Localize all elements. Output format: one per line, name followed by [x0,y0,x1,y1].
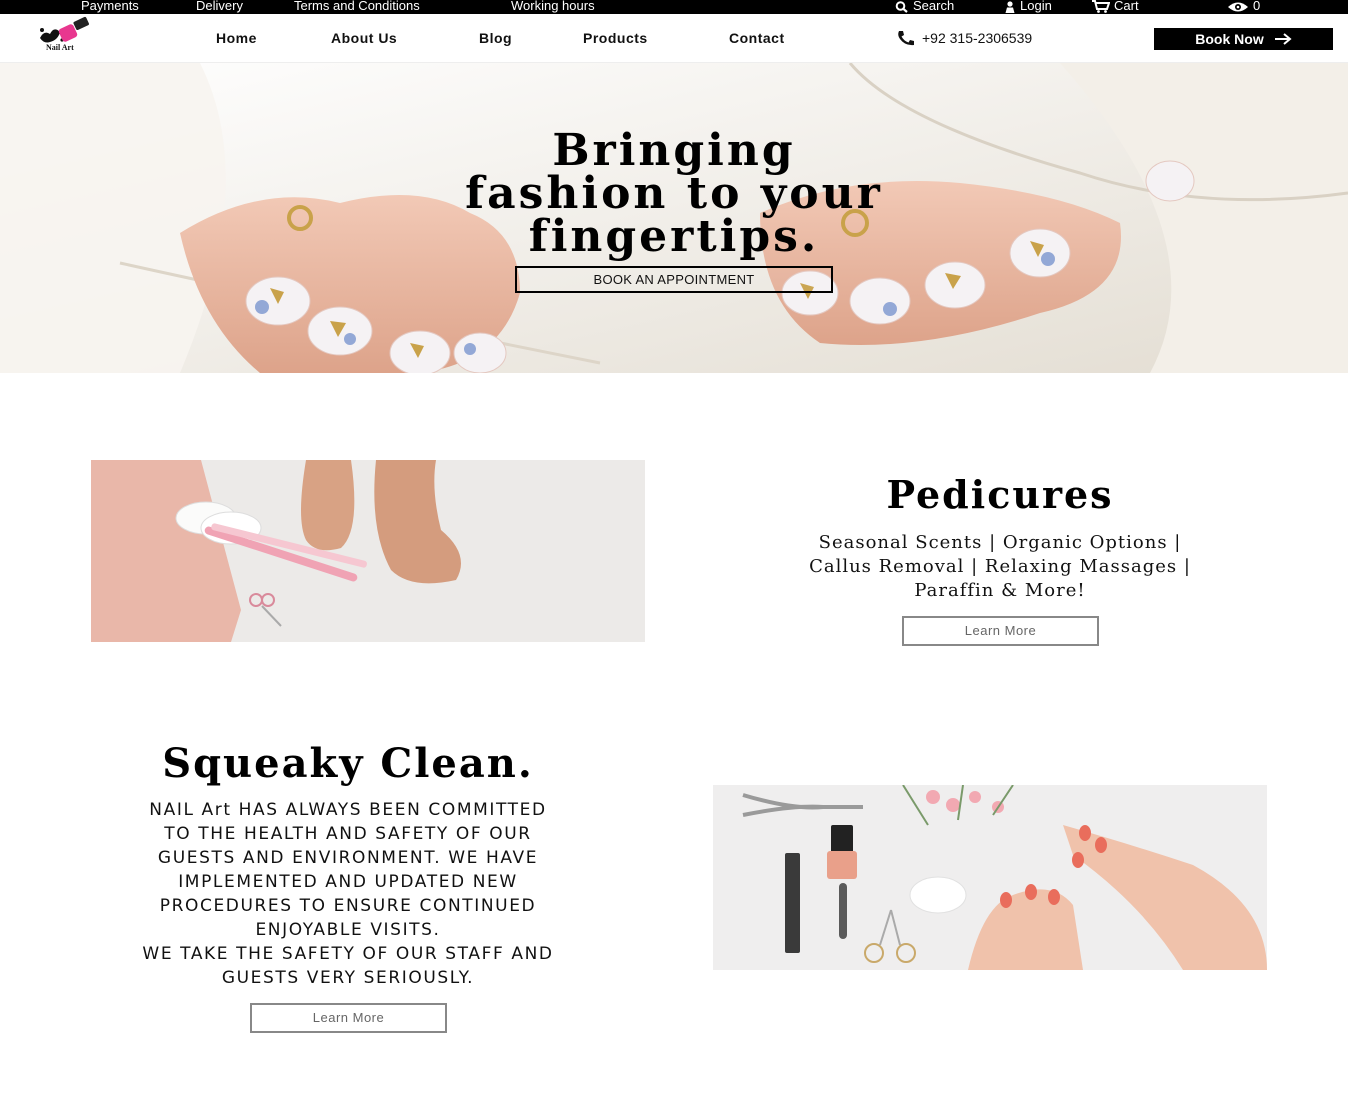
topbar-link-delivery[interactable]: Delivery [196,0,243,14]
clean-learn-more-button[interactable]: Learn More [250,1003,447,1033]
topbar-login[interactable]: Login [1004,0,1052,14]
nav-home[interactable]: Home [216,30,257,46]
topbar-link-payments[interactable]: Payments [81,0,139,14]
squeaky-clean-title: Squeaky Clean. [162,740,534,787]
topbar-link-terms[interactable]: Terms and Conditions [294,0,420,14]
clean-line-1: NAIL Art HAS ALWAYS BEEN COMMITTED [149,800,547,820]
topbar-views: 0 [1227,0,1260,14]
arrow-right-icon [1274,33,1292,45]
nail-polish-logo-icon: Nail Art [40,16,89,52]
user-icon [1005,0,1015,13]
view-count: 0 [1253,0,1261,13]
pedicures-learn-more-button[interactable]: Learn More [902,616,1099,646]
top-bar: Payments Delivery Terms and Conditions W… [0,0,1348,14]
nav-products[interactable]: Products [583,30,648,46]
hero-title-line-3: fingertips. [528,211,820,262]
clean-line-5: PROCEDURES TO ENSURE CONTINUED [159,896,537,916]
logo-text: Nail Art [46,43,74,52]
clean-line-3: GUESTS AND ENVIRONMENT. WE HAVE [157,848,539,868]
hero-banner: Bringing fashion to your fingertips. BOO… [0,63,1348,373]
pedicures-line-2: Callus Removal | Relaxing Massages | [809,556,1191,577]
topbar-search[interactable]: Search [895,0,954,14]
book-now-button[interactable]: Book Now [1154,28,1333,50]
book-now-label: Book Now [1195,31,1264,47]
nav-about-us[interactable]: About Us [331,30,397,46]
topbar-link-working-hours[interactable]: Working hours [511,0,595,14]
site-logo[interactable]: Nail Art [36,16,96,56]
cart-icon [1092,0,1110,13]
book-appointment-button[interactable]: BOOK AN APPOINTMENT [515,266,833,293]
search-icon [895,0,908,13]
topbar-cart[interactable]: Cart [1092,0,1139,14]
nav-contact[interactable]: Contact [729,30,785,46]
clean-line-4: IMPLEMENTED AND UPDATED NEW [178,872,518,892]
phone-link[interactable]: +92 315-2306539 [896,30,1032,46]
clean-line-7: WE TAKE THE SAFETY OF OUR STAFF AND [142,944,554,964]
manicure-tools-image [713,785,1267,970]
squeaky-clean-description: NAIL Art HAS ALWAYS BEEN COMMITTED TO TH… [70,798,626,990]
clean-line-2: TO THE HEALTH AND SAFETY OF OUR [164,824,532,844]
pedicures-line-1: Seasonal Scents | Organic Options | [818,532,1182,553]
pedicures-line-3: Paraffin & More! [914,580,1086,601]
pedicures-title: Pedicures [886,472,1114,517]
login-label: Login [1020,0,1052,13]
phone-icon [898,31,914,46]
clean-line-8: GUESTS VERY SERIOUSLY. [221,968,475,988]
hero-title: Bringing fashion to your fingertips. [320,125,1028,262]
hero-title-line-1: Bringing [552,125,796,176]
search-label: Search [913,0,955,13]
cart-label: Cart [1114,0,1139,13]
phone-number: +92 315-2306539 [922,30,1033,46]
pedicure-image [91,460,645,642]
hero-title-line-2: fashion to your [465,168,883,219]
nav-blog[interactable]: Blog [479,30,512,46]
site-header: Nail Art Home About Us Blog Products Con… [0,14,1348,63]
eye-icon [1228,2,1248,12]
pedicures-description: Seasonal Scents | Organic Options | Call… [740,531,1260,603]
clean-line-6: ENJOYABLE VISITS. [255,920,441,940]
